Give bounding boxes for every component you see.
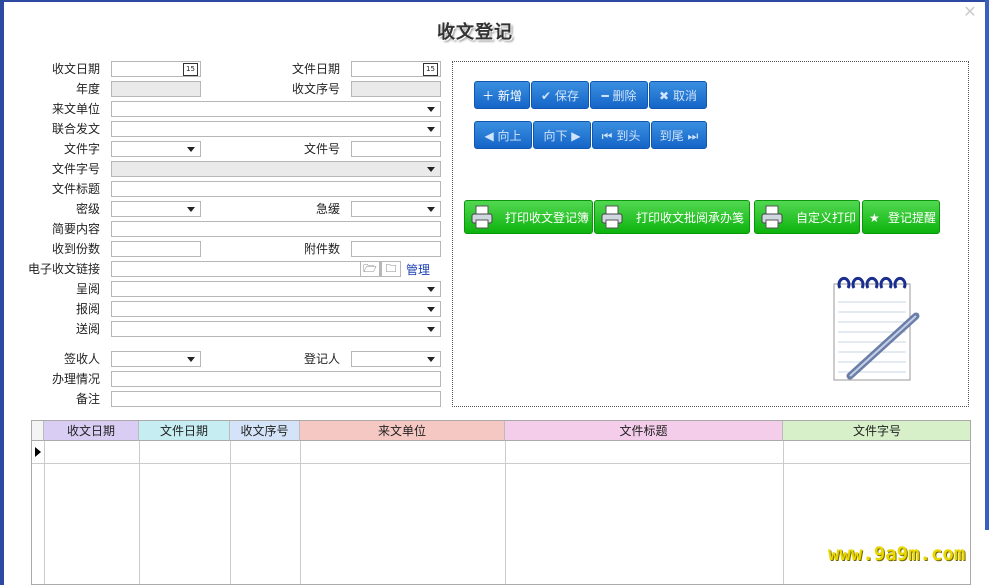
- row-header-corner: [32, 421, 44, 441]
- e-link-field[interactable]: [111, 261, 381, 277]
- label-remarks: 备注: [75, 392, 100, 406]
- column-header[interactable]: 来文单位: [300, 421, 505, 441]
- label-report-read: 报阅: [75, 302, 100, 316]
- label-summary: 简要内容: [51, 222, 100, 236]
- remarks-field[interactable]: [111, 391, 441, 407]
- label-doc-title: 文件标题: [51, 182, 100, 196]
- label-handling: 办理情况: [51, 372, 100, 386]
- window-top-border: [0, 0, 989, 2]
- registrar-select[interactable]: [351, 351, 441, 367]
- column-header[interactable]: 文件标题: [505, 421, 783, 441]
- printer-icon: [761, 205, 783, 229]
- delete-button[interactable]: ━ 删除: [590, 81, 648, 109]
- column-header[interactable]: 文件日期: [139, 421, 230, 441]
- label-submit-read: 呈阅: [75, 282, 100, 296]
- label-urgency: 急缓: [315, 202, 340, 216]
- urgency-select[interactable]: [351, 201, 441, 217]
- skip-first-icon: ⏮: [601, 129, 613, 143]
- label-recv-seq: 收文序号: [291, 82, 340, 96]
- calendar-icon[interactable]: 15: [423, 63, 438, 76]
- arrow-left-icon: ◀: [484, 129, 494, 143]
- calendar-icon[interactable]: 15: [183, 63, 198, 76]
- doc-char-num-select[interactable]: [111, 161, 441, 177]
- label-doc-char: 文件字: [63, 142, 100, 156]
- label-send-read: 送阅: [75, 322, 100, 336]
- check-icon: ✔: [541, 89, 552, 103]
- up-button[interactable]: ◀ 向上: [474, 121, 532, 149]
- from-unit-select[interactable]: [111, 101, 441, 117]
- table-row[interactable]: [44, 442, 970, 463]
- close-icon[interactable]: ✕: [960, 2, 980, 22]
- folder-icon[interactable]: 🗀: [381, 261, 401, 277]
- send-read-select[interactable]: [111, 321, 441, 337]
- doc-num-field[interactable]: [351, 141, 441, 157]
- add-button[interactable]: ＋ 新增: [474, 81, 530, 109]
- x-icon: ✖: [659, 89, 670, 103]
- star-icon: ★: [869, 211, 880, 225]
- printer-icon: [601, 205, 623, 229]
- label-attachments: 附件数: [303, 242, 340, 256]
- down-button[interactable]: 向下 ▶: [533, 121, 591, 149]
- receiver-select[interactable]: [111, 351, 201, 367]
- summary-field[interactable]: [111, 221, 441, 237]
- manage-link[interactable]: 管理: [406, 262, 436, 278]
- column-header[interactable]: 收文日期: [44, 421, 139, 441]
- label-secret-level: 密级: [75, 202, 100, 216]
- cancel-button[interactable]: ✖ 取消: [649, 81, 707, 109]
- submit-read-select[interactable]: [111, 281, 441, 297]
- attachments-field[interactable]: [351, 241, 441, 257]
- secret-level-select[interactable]: [111, 201, 201, 217]
- label-registrar: 登记人: [303, 352, 340, 366]
- doc-title-field[interactable]: [111, 181, 441, 197]
- column-header[interactable]: 收文序号: [230, 421, 300, 441]
- reminder-button[interactable]: ★ 登记提醒: [862, 200, 940, 234]
- label-doc-num: 文件号: [303, 142, 340, 156]
- joint-issue-select[interactable]: [111, 121, 441, 137]
- arrow-right-icon: ▶: [571, 129, 581, 143]
- label-recv-date: 收文日期: [51, 62, 100, 76]
- custom-print-button[interactable]: 自定义打印: [754, 200, 860, 234]
- save-button[interactable]: ✔ 保存: [531, 81, 589, 109]
- column-header[interactable]: 文件字号: [783, 421, 970, 441]
- printer-icon: [471, 205, 493, 229]
- year-field: [111, 81, 201, 97]
- print-approval-button[interactable]: 打印收文批阅承办笺: [594, 200, 750, 234]
- label-from-unit: 来文单位: [51, 102, 100, 116]
- label-e-link: 电子收文链接: [27, 262, 100, 276]
- plus-icon: ＋: [482, 89, 495, 103]
- label-doc-char-num: 文件字号: [51, 162, 100, 176]
- label-year: 年度: [75, 82, 100, 96]
- minus-icon: ━: [601, 89, 609, 103]
- label-joint-issue: 联合发文: [51, 122, 100, 136]
- copies-field[interactable]: [111, 241, 201, 257]
- label-receiver: 签收人: [63, 352, 100, 366]
- print-register-button[interactable]: 打印收文登记簿: [464, 200, 593, 234]
- file-date-field[interactable]: 15: [351, 61, 441, 77]
- current-row-pointer-icon: [35, 447, 41, 457]
- recv-date-field[interactable]: 15: [111, 61, 201, 77]
- first-button[interactable]: ⏮ 到头: [592, 121, 650, 149]
- skip-last-icon: ⏭: [687, 129, 699, 143]
- handling-field[interactable]: [111, 371, 441, 387]
- page-title: 收文登记: [437, 22, 513, 43]
- watermark: www.9a9m.com: [828, 543, 966, 565]
- recv-seq-field: [351, 81, 441, 97]
- doc-char-select[interactable]: [111, 141, 201, 157]
- window-right-border: [985, 0, 989, 530]
- label-copies: 收到份数: [51, 242, 100, 256]
- notepad-pen-icon: [833, 276, 920, 381]
- report-read-select[interactable]: [111, 301, 441, 317]
- last-button[interactable]: 到尾 ⏭: [651, 121, 707, 149]
- folder-open-icon[interactable]: 🗁: [360, 261, 380, 277]
- label-file-date: 文件日期: [291, 62, 340, 76]
- window-left-border: [0, 0, 4, 585]
